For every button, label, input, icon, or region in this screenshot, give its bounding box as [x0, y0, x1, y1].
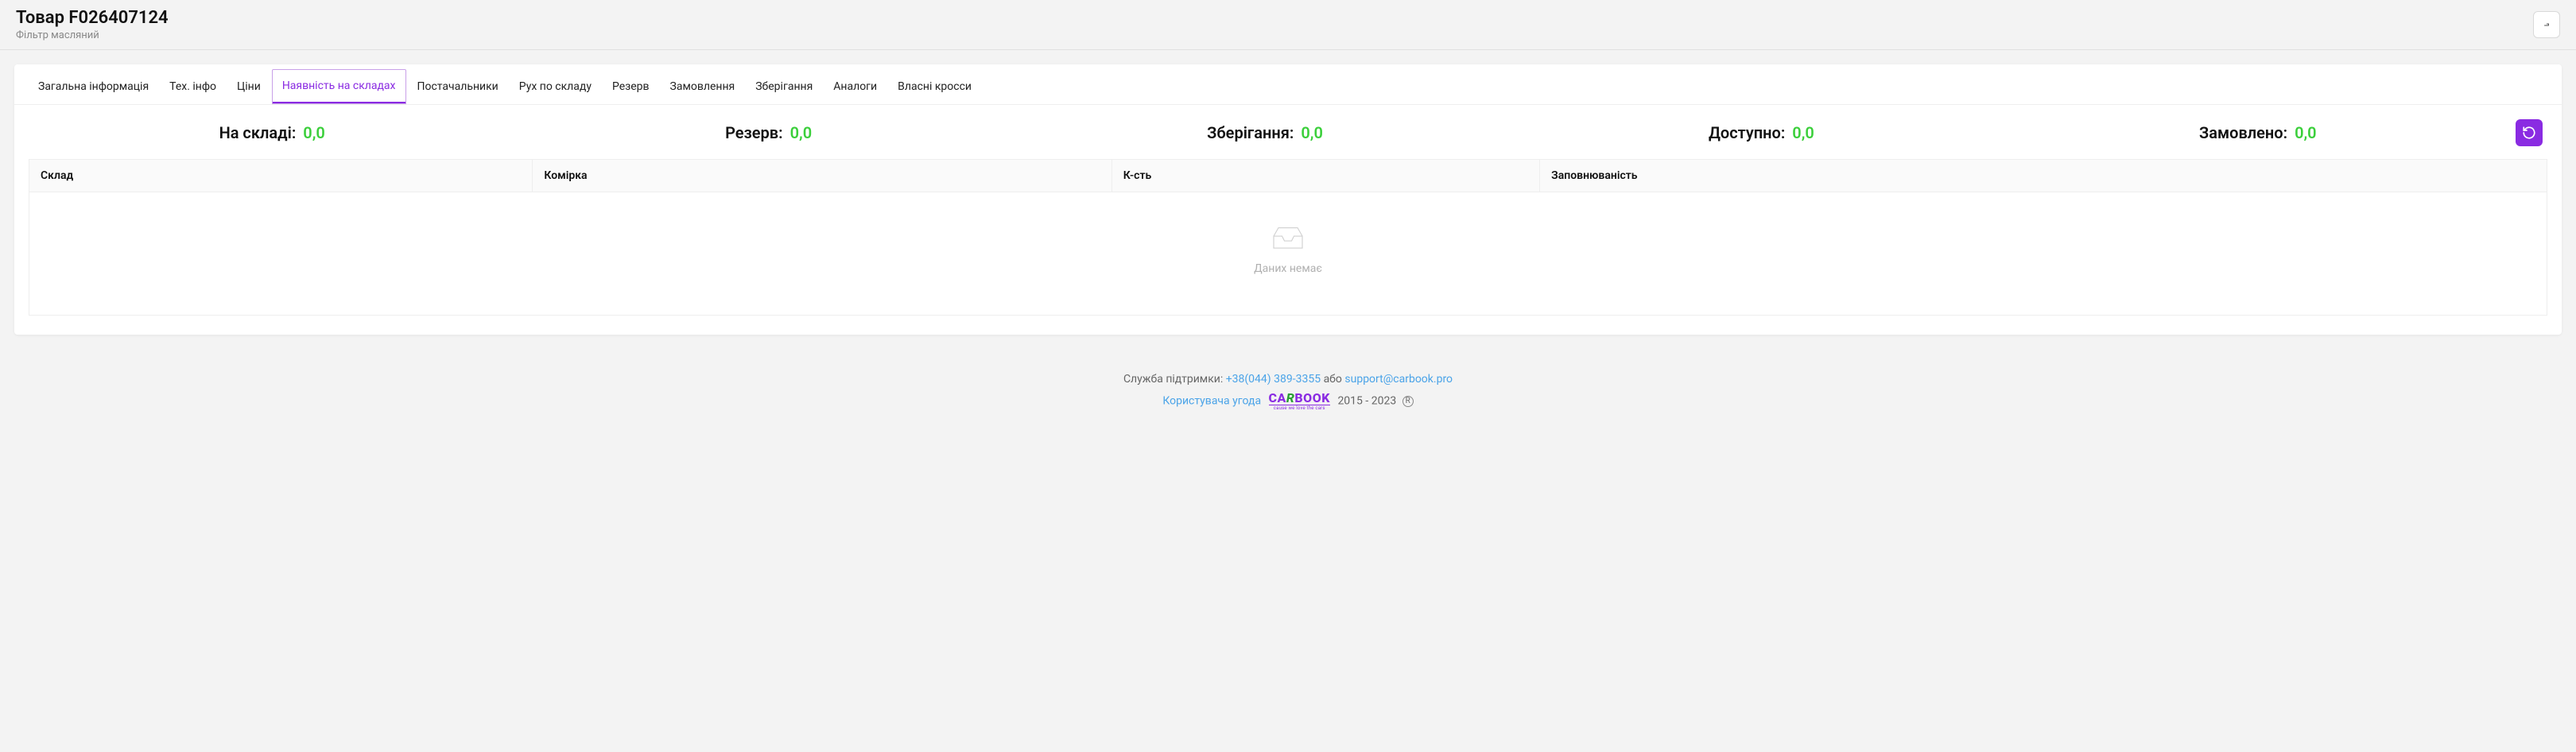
tab-storage[interactable]: Зберігання	[746, 64, 822, 104]
support-email-link[interactable]: support@carbook.pro	[1344, 373, 1453, 386]
col-cell[interactable]: Комірка	[533, 160, 1111, 192]
empty-state-text: Даних немає	[29, 262, 2547, 275]
tab-orders[interactable]: Замовлення	[661, 64, 745, 104]
empty-state: Даних немає	[29, 192, 2547, 315]
tab-tech[interactable]: Тех. інфо	[160, 64, 226, 104]
registered-icon: R	[1402, 396, 1414, 407]
tab-analogues[interactable]: Аналоги	[824, 64, 886, 104]
page-subtitle: Фільтр масляний	[16, 29, 169, 41]
col-qty[interactable]: К-сть	[1111, 160, 1539, 192]
refresh-icon	[2522, 126, 2536, 140]
support-label: Служба підтримки:	[1123, 373, 1226, 386]
summary-storage-label: Зберігання:	[1207, 123, 1294, 142]
carbook-logo: CARBOOK cause we love the cars	[1269, 392, 1330, 411]
summary-in-stock-value: 0,0	[303, 123, 325, 142]
refresh-button[interactable]	[2516, 119, 2543, 146]
summary-in-stock-label: На складі:	[219, 123, 297, 142]
col-fill[interactable]: Заповнюваність	[1540, 160, 2547, 192]
summary-available-label: Доступно:	[1709, 123, 1785, 142]
support-or: або	[1324, 373, 1345, 386]
tab-suppliers[interactable]: Постачальники	[408, 64, 508, 104]
page-title: Товар F026407124	[16, 8, 169, 28]
page-header: Товар F026407124 Фільтр масляний	[0, 0, 2576, 50]
summary-ordered-value: 0,0	[2295, 123, 2317, 142]
footer-support: Служба підтримки: +38(044) 389-3355 або …	[0, 373, 2576, 386]
tab-stock[interactable]: Наявність на складах	[272, 69, 406, 104]
support-phone-link[interactable]: +38(044) 389-3355	[1226, 373, 1321, 386]
header-action-button[interactable]	[2533, 11, 2560, 38]
summary-in-stock: На складі: 0,0	[33, 123, 510, 142]
inbox-icon	[1269, 224, 1307, 253]
summary-reserve: Резерв: 0,0	[530, 123, 1007, 142]
tab-reserve[interactable]: Резерв	[603, 64, 659, 104]
summary-row: На складі: 0,0 Резерв: 0,0 Зберігання: 0…	[14, 105, 2562, 154]
summary-reserve-label: Резерв:	[725, 123, 783, 142]
main-card: Загальна інформація Тех. інфо Ціни Наявн…	[14, 64, 2562, 335]
tab-crosses[interactable]: Власні кросси	[888, 64, 981, 104]
tabs: Загальна інформація Тех. інфо Ціни Наявн…	[14, 64, 2562, 105]
logo-part-2: R	[1286, 390, 1295, 405]
summary-available: Доступно: 0,0	[1523, 123, 2000, 142]
summary-storage-value: 0,0	[1301, 123, 1323, 142]
user-agreement-link[interactable]: Користувача угода	[1162, 395, 1261, 408]
footer: Служба підтримки: +38(044) 389-3355 або …	[0, 349, 2576, 449]
logo-part-3: BOOK	[1294, 390, 1330, 405]
summary-reserve-value: 0,0	[790, 123, 813, 142]
page-header-left: Товар F026407124 Фільтр масляний	[16, 8, 169, 41]
summary-available-value: 0,0	[1792, 123, 1814, 142]
tab-general[interactable]: Загальна інформація	[29, 64, 158, 104]
tab-prices[interactable]: Ціни	[227, 64, 270, 104]
tab-movement[interactable]: Рух по складу	[510, 64, 601, 104]
col-warehouse[interactable]: Склад	[29, 160, 533, 192]
stock-table: Склад Комірка К-сть Заповнюваність Даних…	[29, 159, 2547, 316]
summary-storage: Зберігання: 0,0	[1026, 123, 1503, 142]
table-empty-row: Даних немає	[29, 192, 2547, 316]
logo-tagline: cause we love the cars	[1269, 405, 1330, 411]
logo-part-1: CA	[1269, 390, 1286, 405]
table-header-row: Склад Комірка К-сть Заповнюваність	[29, 160, 2547, 192]
footer-years: 2015 - 2023	[1337, 395, 1399, 408]
footer-bottom: Користувача угода CARBOOK cause we love …	[0, 392, 2576, 411]
summary-ordered-label: Замовлено:	[2199, 123, 2287, 142]
barcode-icon	[2542, 18, 2551, 31]
summary-ordered: Замовлено: 0,0	[2019, 123, 2496, 142]
